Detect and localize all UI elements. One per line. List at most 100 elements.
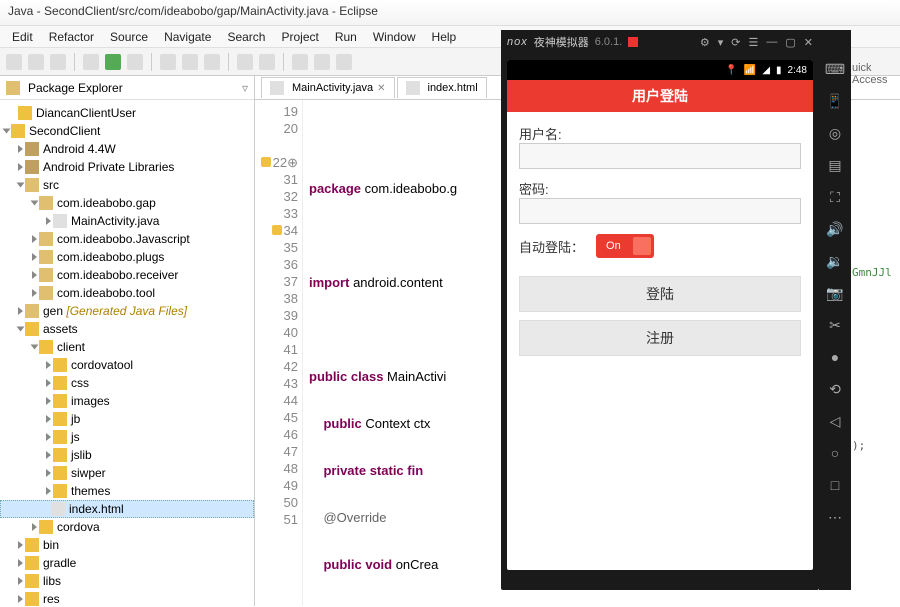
tree-item[interactable]: Android Private Libraries <box>43 160 174 174</box>
settings-icon[interactable]: ☰ <box>749 36 759 49</box>
gen-icon <box>25 304 39 318</box>
tree-item[interactable]: js <box>71 430 80 444</box>
quick-access-label[interactable]: uick Access <box>852 62 898 86</box>
tree-item[interactable]: css <box>71 376 89 390</box>
more-icon[interactable]: ⋯ <box>826 508 844 526</box>
tree-item[interactable]: Android 4.4W <box>43 142 116 156</box>
tree-item[interactable]: gradle <box>43 556 76 570</box>
menu-refactor[interactable]: Refactor <box>41 27 102 47</box>
autologin-label: 自动登陆： <box>519 237 584 256</box>
tree-item[interactable]: assets <box>43 322 78 336</box>
tree-item[interactable]: siwper <box>71 466 106 480</box>
tree-item[interactable]: jb <box>71 412 80 426</box>
menu-window[interactable]: Window <box>365 27 424 47</box>
package-tree[interactable]: DiancanClientUser SecondClient Android 4… <box>0 100 254 606</box>
menu-edit[interactable]: Edit <box>4 27 41 47</box>
view-menu-icon[interactable]: ▿ <box>242 81 248 95</box>
phone-screen[interactable]: 📍 📶 ◢ ▮ 2:48 用户登陆 用户名: 密码: 自动登陆： On <box>507 60 813 570</box>
login-button[interactable]: 登陆 <box>519 276 801 312</box>
tree-item[interactable]: cordovatool <box>71 358 133 372</box>
menu-run[interactable]: Run <box>327 27 365 47</box>
password-input[interactable] <box>519 198 801 224</box>
recent-icon[interactable]: □ <box>826 476 844 494</box>
location-icon: 📍 <box>725 65 737 76</box>
tree-item[interactable]: src <box>43 178 59 192</box>
autologin-toggle[interactable]: On <box>596 234 654 258</box>
menu-navigate[interactable]: Navigate <box>156 27 219 47</box>
library-icon <box>25 160 39 174</box>
menu-project[interactable]: Project <box>273 27 326 47</box>
emulator-sidebar: ⌨ 📱 ◎ ▤ ⛶ 🔊 🔉 📷 ✂ ● ⟲ ◁ ○ □ ⋯ <box>819 30 851 590</box>
menu-search[interactable]: Search <box>219 27 273 47</box>
rotate-icon[interactable]: ⟲ <box>826 380 844 398</box>
keyboard-icon[interactable]: ⌨ <box>826 60 844 78</box>
minimize-icon[interactable]: — <box>766 36 777 49</box>
shake-icon[interactable]: 📱 <box>826 92 844 110</box>
clock: 2:48 <box>788 65 807 76</box>
menu-help[interactable]: Help <box>424 27 465 47</box>
tree-item[interactable]: com.ideabobo.tool <box>57 286 155 300</box>
folder-icon <box>53 412 67 426</box>
multi-instance-icon[interactable]: ▤ <box>826 156 844 174</box>
tree-item[interactable]: MainActivity.java <box>71 214 159 228</box>
tree-item[interactable]: bin <box>43 538 59 552</box>
search-icon[interactable] <box>292 54 308 70</box>
tab-indexhtml[interactable]: index.html <box>397 77 487 98</box>
forward-icon[interactable] <box>336 54 352 70</box>
save-icon[interactable] <box>28 54 44 70</box>
tree-item[interactable]: com.ideabobo.gap <box>57 196 156 210</box>
new-icon[interactable] <box>6 54 22 70</box>
tree-item[interactable]: com.ideabobo.Javascript <box>57 232 190 246</box>
folder-icon <box>53 430 67 444</box>
window-title: Java - SecondClient/src/com/ideabobo/gap… <box>0 0 900 26</box>
emulator-version: 6.0.1. <box>595 36 623 48</box>
maximize-icon[interactable]: ▢ <box>785 36 795 49</box>
record-icon[interactable]: ● <box>826 348 844 366</box>
new-class-icon[interactable] <box>259 54 275 70</box>
debug-icon[interactable] <box>83 54 99 70</box>
volume-down-icon[interactable]: 🔉 <box>826 252 844 270</box>
tree-item[interactable]: gen <box>43 304 63 318</box>
back-icon[interactable]: ◁ <box>826 412 844 430</box>
tree-item[interactable]: libs <box>43 574 61 588</box>
emulator-titlebar[interactable]: nox 夜神模拟器 6.0.1. ⚙ ▾ ⟳ ☰ — ▢ ✕ <box>501 30 819 54</box>
fullscreen-icon[interactable]: ⛶ <box>826 188 844 206</box>
tree-item[interactable]: images <box>71 394 110 408</box>
username-input[interactable] <box>519 143 801 169</box>
dropdown-icon[interactable]: ▾ <box>718 36 724 49</box>
close-icon[interactable]: ✕ <box>377 83 385 94</box>
avd-icon[interactable] <box>182 54 198 70</box>
home-icon[interactable]: ○ <box>826 444 844 462</box>
screenshot-icon[interactable]: 📷 <box>826 284 844 302</box>
volume-up-icon[interactable]: 🔊 <box>826 220 844 238</box>
tree-item[interactable]: com.ideabobo.receiver <box>57 268 178 282</box>
tree-item[interactable]: index.html <box>69 502 124 516</box>
app-titlebar: 用户登陆 <box>507 80 813 112</box>
lint-icon[interactable] <box>204 54 220 70</box>
tree-item[interactable]: cordova <box>57 520 100 534</box>
scissors-icon[interactable]: ✂ <box>826 316 844 334</box>
pin-icon[interactable]: ⚙ <box>700 36 710 49</box>
external-tools-icon[interactable] <box>127 54 143 70</box>
refresh-icon[interactable]: ⟳ <box>731 36 740 49</box>
tree-item[interactable]: jslib <box>71 448 92 462</box>
back-icon[interactable] <box>314 54 330 70</box>
password-label: 密码: <box>519 179 801 198</box>
tab-mainactivity[interactable]: MainActivity.java✕ <box>261 77 395 98</box>
tree-item[interactable]: DiancanClientUser <box>36 106 136 120</box>
register-button[interactable]: 注册 <box>519 320 801 356</box>
close-icon[interactable]: ✕ <box>804 36 813 49</box>
tree-item[interactable]: res <box>43 592 60 606</box>
run-icon[interactable] <box>105 54 121 70</box>
folder-icon <box>53 484 67 498</box>
saveall-icon[interactable] <box>50 54 66 70</box>
tree-item[interactable]: com.ideabobo.plugs <box>57 250 164 264</box>
new-package-icon[interactable] <box>237 54 253 70</box>
location-icon[interactable]: ◎ <box>826 124 844 142</box>
tree-item[interactable]: themes <box>71 484 110 498</box>
tree-item[interactable]: SecondClient <box>29 124 100 138</box>
android-sdk-icon[interactable] <box>160 54 176 70</box>
java-file-icon <box>270 81 284 95</box>
tree-item[interactable]: client <box>57 340 85 354</box>
menu-source[interactable]: Source <box>102 27 156 47</box>
